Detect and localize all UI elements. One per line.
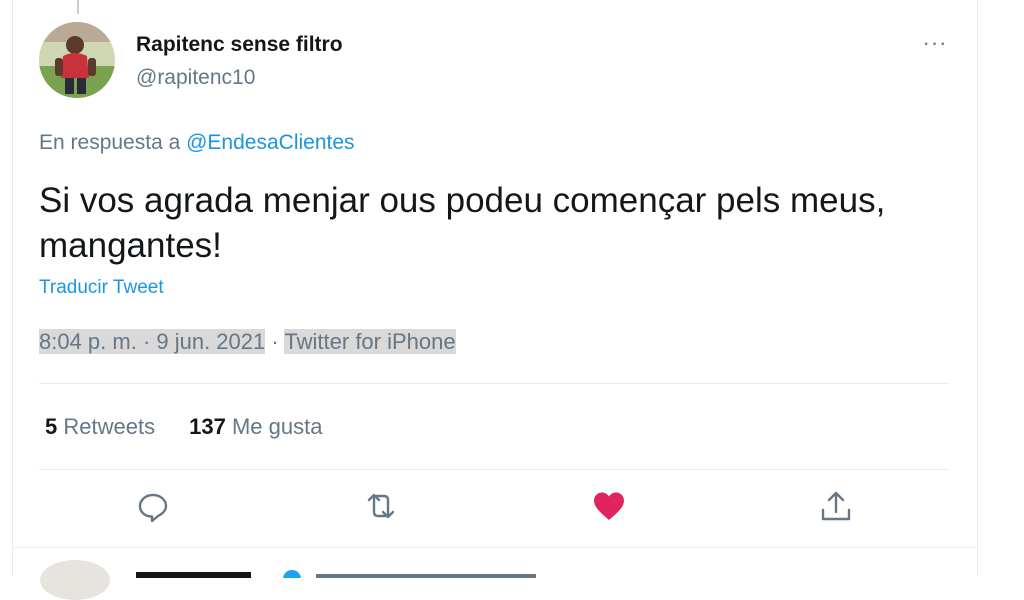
retweets-label: Retweets <box>63 414 156 439</box>
reply-button[interactable] <box>135 488 171 524</box>
next-reply-avatar[interactable] <box>40 560 110 600</box>
tweet-text: Si vos agrada menjar ous podeu començar … <box>39 181 886 265</box>
likes-count: 137 <box>189 414 226 439</box>
action-bar <box>0 488 964 532</box>
reply-context: En respuesta a @EndesaClientes <box>39 131 355 155</box>
share-icon <box>821 491 851 521</box>
display-name[interactable]: Rapitenc sense filtro <box>136 33 343 57</box>
reply-prefix: En respuesta a <box>39 131 181 154</box>
divider <box>39 383 949 384</box>
retweets-stat[interactable]: 5 Retweets <box>45 414 155 439</box>
avatar-image <box>39 22 115 98</box>
divider <box>12 547 976 548</box>
translate-tweet-link[interactable]: Traducir Tweet <box>39 277 164 299</box>
source-link[interactable]: Twitter for iPhone <box>284 329 456 354</box>
meta-separator: · <box>265 329 285 354</box>
retweet-icon <box>367 493 395 519</box>
tweet-meta: 8:04 p. m. · 9 jun. 2021 · Twitter for i… <box>39 326 456 358</box>
likes-stat[interactable]: 137 Me gusta <box>189 414 322 439</box>
more-options-icon[interactable]: ··· <box>920 28 950 58</box>
user-handle[interactable]: @rapitenc10 <box>136 66 255 90</box>
timestamp-link[interactable]: 8:04 p. m. · 9 jun. 2021 <box>39 329 266 354</box>
tweet-stats: 5 Retweets 137 Me gusta <box>45 414 322 440</box>
retweets-count: 5 <box>45 414 58 439</box>
like-button[interactable] <box>591 488 627 524</box>
divider <box>39 469 949 470</box>
avatar[interactable] <box>39 22 115 98</box>
retweet-button[interactable] <box>363 488 399 524</box>
thread-connector-line <box>77 0 79 14</box>
comment-icon <box>138 493 168 523</box>
reply-to-link[interactable]: @EndesaClientes <box>186 131 354 154</box>
likes-label: Me gusta <box>231 414 323 439</box>
heart-filled-icon <box>594 492 624 520</box>
share-button[interactable] <box>818 488 854 524</box>
